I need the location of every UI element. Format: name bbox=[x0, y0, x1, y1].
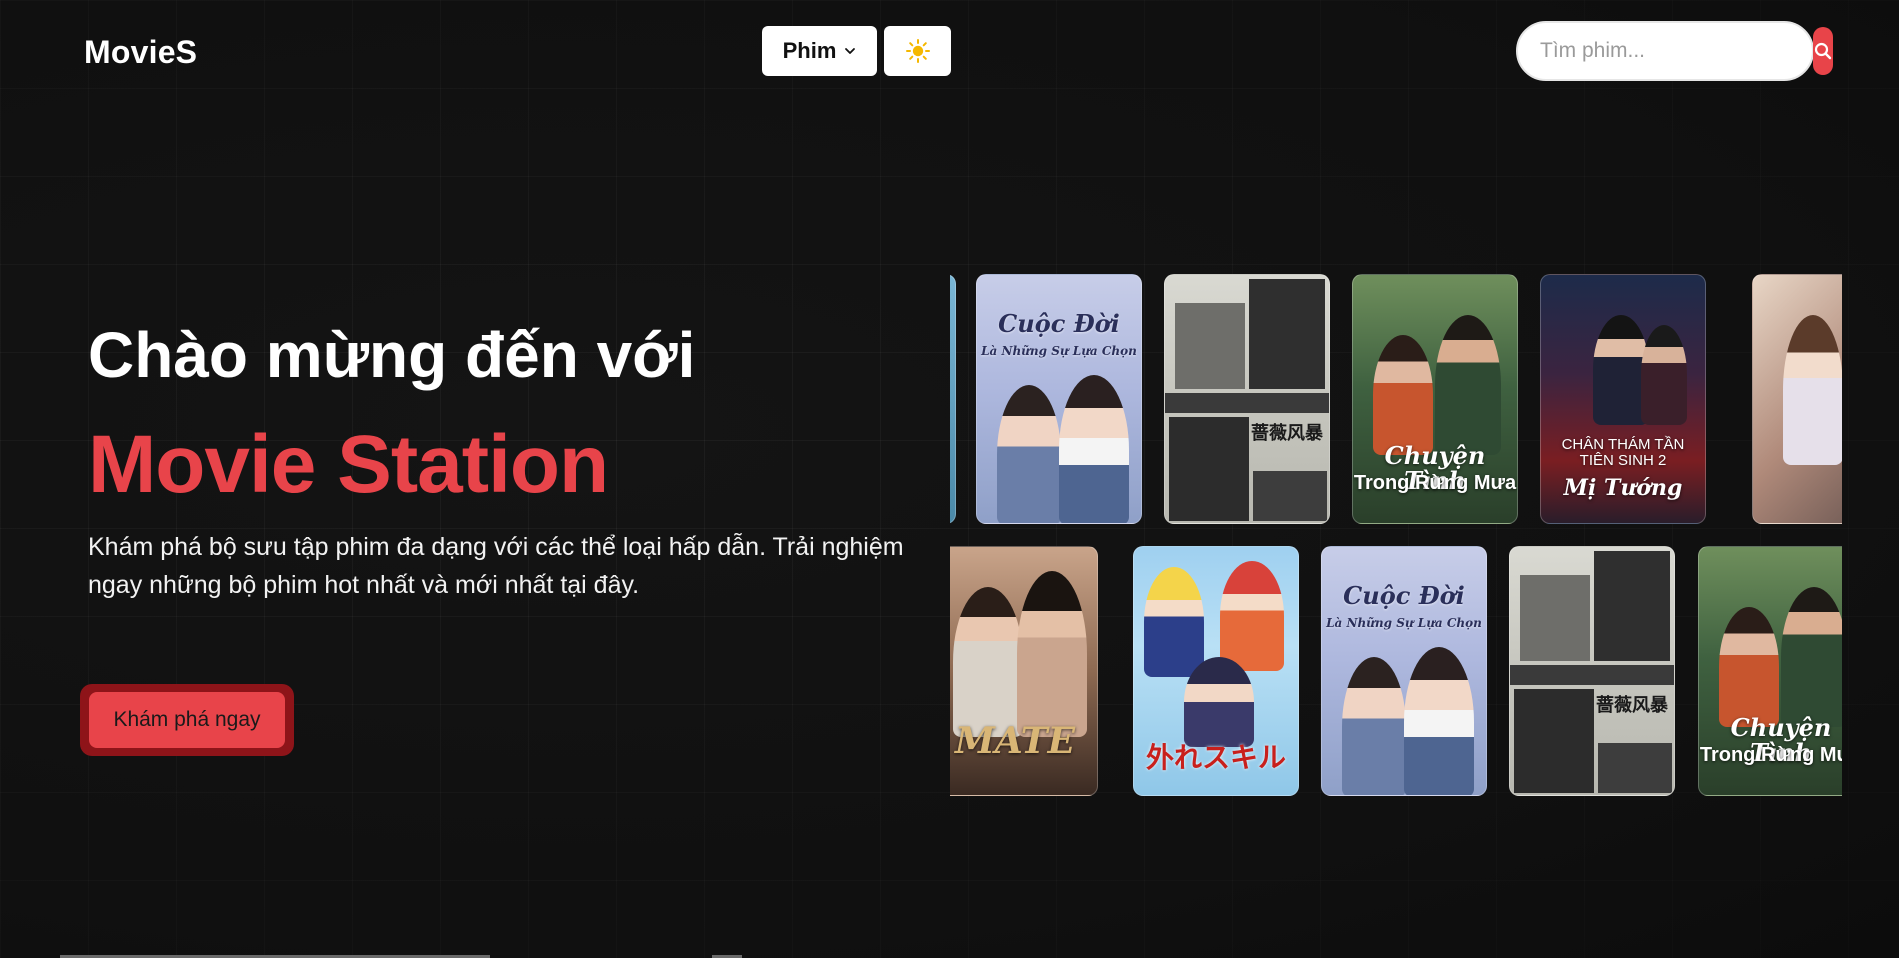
poster-title: Cuộc Đời bbox=[1343, 581, 1465, 610]
poster-panel bbox=[1594, 551, 1670, 661]
poster-figure bbox=[953, 587, 1023, 737]
films-dropdown-button[interactable]: Phim bbox=[762, 26, 877, 76]
sun-icon bbox=[905, 39, 930, 63]
poster-panel bbox=[1169, 417, 1249, 521]
poster-panel bbox=[1175, 303, 1245, 389]
movie-poster[interactable]: CHÂN THÁM TẦN TIÊN SINH 2 Mị Tướng bbox=[1540, 274, 1706, 524]
poster-panel bbox=[1249, 279, 1325, 389]
poster-title: 外れスキル bbox=[1145, 741, 1286, 774]
hero-title: Chào mừng đến với bbox=[88, 319, 696, 391]
movie-poster[interactable]: Chuyện Tình Trong Rừng Mưa bbox=[1352, 274, 1518, 524]
hero-brand: Movie Station bbox=[88, 419, 609, 510]
chevron-down-icon bbox=[845, 48, 856, 54]
poster-panel bbox=[1520, 575, 1590, 661]
search-button[interactable] bbox=[1813, 27, 1833, 75]
poster-figure bbox=[1144, 567, 1204, 677]
poster-title: MATE bbox=[954, 720, 1076, 762]
poster-row1-edge[interactable] bbox=[950, 274, 956, 524]
poster-title: 蔷薇风暴 bbox=[1251, 423, 1323, 444]
search-input[interactable] bbox=[1518, 38, 1813, 64]
poster-panel bbox=[1165, 393, 1329, 413]
page: MovieS Phim Tìm phim... Chào mừng đến vớ… bbox=[0, 0, 1899, 958]
poster-carousel: Cuộc Đời Là Những Sự Lựa Chọn 蔷薇风暴 Chuyệ… bbox=[950, 272, 1842, 798]
poster-title: 蔷薇风暴 bbox=[1596, 695, 1668, 716]
poster-figure bbox=[1719, 607, 1779, 727]
poster-panel bbox=[1253, 471, 1327, 521]
poster-figure bbox=[1184, 657, 1254, 747]
movie-poster[interactable]: 外れスキル bbox=[1133, 546, 1299, 796]
poster-figure bbox=[1435, 315, 1501, 455]
poster-subtitle: Mị Tướng bbox=[1563, 475, 1683, 501]
poster-subtitle: Trong Rừng Mưa bbox=[1699, 744, 1842, 766]
movie-poster[interactable]: Cuộc Đời Là Những Sự Lựa Chọn bbox=[976, 274, 1142, 524]
poster-figure bbox=[1342, 657, 1406, 795]
poster-figure bbox=[1641, 325, 1687, 425]
site-logo[interactable]: MovieS bbox=[84, 34, 197, 71]
search-box bbox=[1516, 21, 1833, 81]
poster-panel bbox=[1510, 665, 1674, 685]
movie-poster[interactable]: 蔷薇风暴 bbox=[1509, 546, 1675, 796]
main-nav: Phim bbox=[762, 26, 951, 76]
poster-figure bbox=[1373, 335, 1433, 455]
movie-poster[interactable]: MATE bbox=[950, 546, 1098, 796]
poster-figure bbox=[1404, 647, 1474, 795]
poster-figure bbox=[1781, 587, 1842, 727]
theme-toggle-button[interactable] bbox=[884, 26, 951, 76]
poster-figure bbox=[1783, 315, 1842, 465]
poster-title: CHÂN THÁM TẦN TIÊN SINH 2 bbox=[1561, 436, 1685, 469]
poster-panel bbox=[1514, 689, 1594, 793]
poster-subtitle: Là Những Sự Lựa Chọn bbox=[981, 344, 1137, 358]
poster-panel bbox=[1598, 743, 1672, 793]
films-dropdown-label: Phim bbox=[782, 38, 837, 63]
explore-now-button[interactable]: Khám phá ngay bbox=[80, 684, 294, 756]
poster-figure bbox=[1017, 571, 1087, 737]
movie-poster[interactable]: Cuộc Đời Là Những Sự Lựa Chọn bbox=[1321, 546, 1487, 796]
movie-poster[interactable] bbox=[1752, 274, 1842, 524]
poster-figure bbox=[997, 385, 1061, 523]
poster-subtitle: Trong Rừng Mưa bbox=[1353, 472, 1517, 494]
movie-poster[interactable]: Chuyện Tình Trong Rừng Mưa bbox=[1698, 546, 1842, 796]
movie-poster[interactable]: 蔷薇风暴 bbox=[1164, 274, 1330, 524]
search-icon bbox=[1814, 42, 1832, 60]
poster-title: Cuộc Đời bbox=[998, 309, 1120, 338]
poster-figure bbox=[1059, 375, 1129, 523]
hero-description: Khám phá bộ sưu tập phim đa dạng với các… bbox=[88, 533, 904, 599]
explore-now-label: Khám phá ngay bbox=[89, 692, 285, 748]
poster-figure bbox=[1220, 561, 1284, 671]
poster-subtitle: Là Những Sự Lựa Chọn bbox=[1326, 616, 1482, 630]
